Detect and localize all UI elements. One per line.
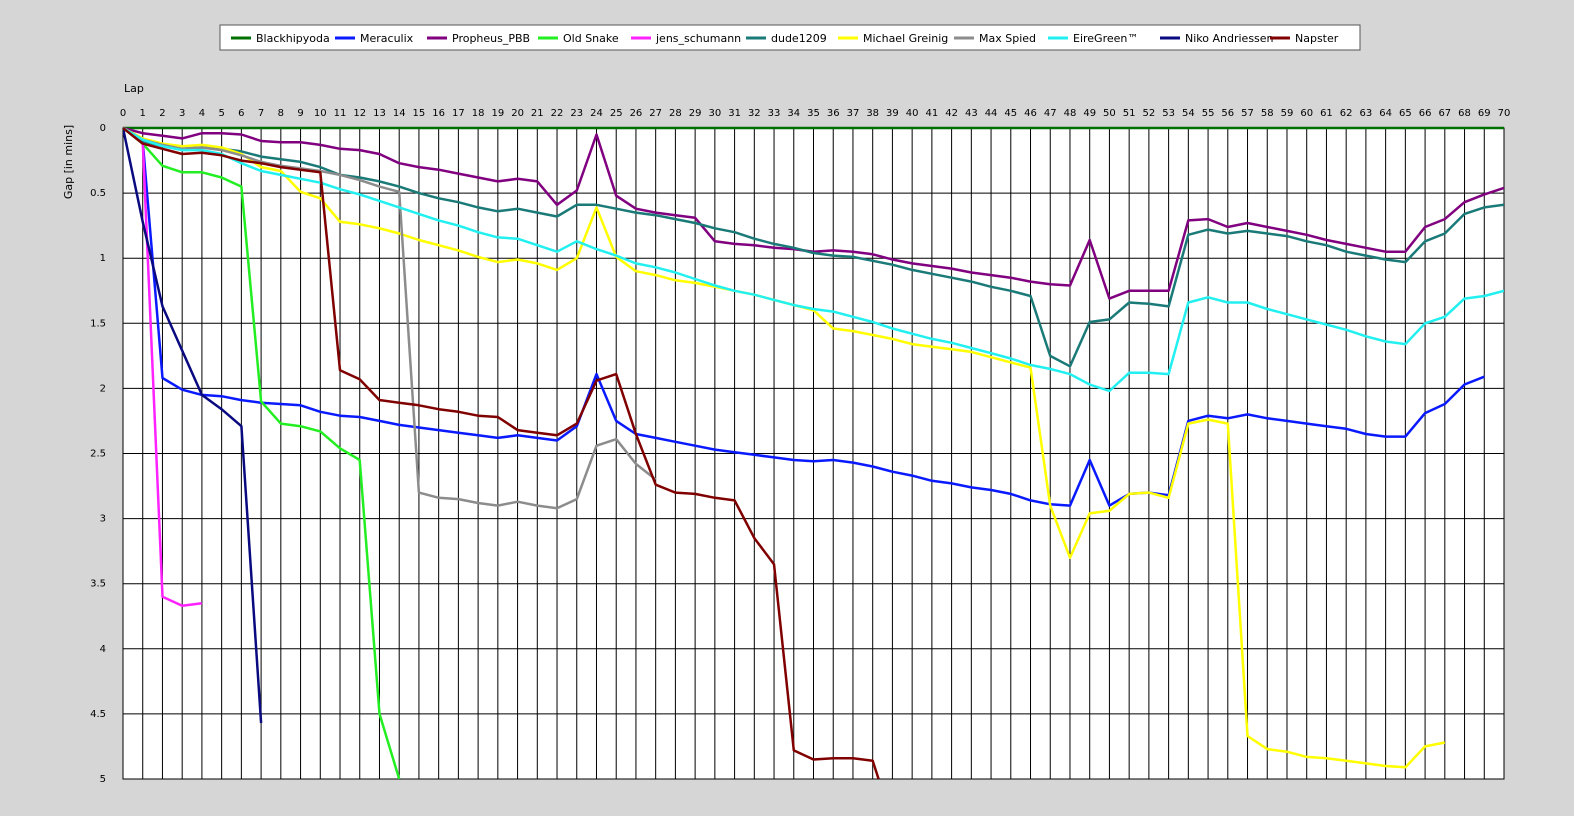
x-tick-label: 64 (1379, 108, 1392, 119)
x-tick-label: 42 (945, 108, 958, 119)
x-tick-label: 25 (610, 108, 623, 119)
y-tick-label: 4 (100, 644, 106, 655)
x-tick-label: 56 (1221, 108, 1234, 119)
x-tick-label: 36 (827, 108, 840, 119)
x-tick-label: 38 (866, 108, 879, 119)
x-tick-label: 70 (1498, 108, 1511, 119)
x-tick-label: 14 (393, 108, 406, 119)
legend-label: Propheus_PBB (452, 32, 530, 45)
x-tick-label: 19 (491, 108, 504, 119)
x-tick-label: 22 (551, 108, 564, 119)
x-tick-label: 68 (1458, 108, 1471, 119)
x-tick-label: 34 (787, 108, 800, 119)
x-tick-label: 63 (1360, 108, 1373, 119)
legend-label: jens_schumann (655, 32, 741, 45)
y-tick-label: 3.5 (90, 579, 106, 590)
x-tick-label: 60 (1300, 108, 1313, 119)
x-tick-label: 18 (472, 108, 485, 119)
legend-label: Meraculix (360, 32, 414, 45)
x-tick-label: 55 (1202, 108, 1215, 119)
x-tick-label: 10 (314, 108, 327, 119)
legend-label: EireGreen™ (1073, 32, 1138, 45)
x-tick-label: 7 (258, 108, 264, 119)
x-tick-label: 32 (748, 108, 761, 119)
x-tick-label: 66 (1419, 108, 1432, 119)
legend-label: Old Snake (563, 32, 619, 45)
x-tick-label: 58 (1261, 108, 1274, 119)
x-tick-label: 20 (511, 108, 524, 119)
x-tick-label: 40 (906, 108, 919, 119)
x-tick-label: 31 (728, 108, 741, 119)
x-tick-label: 61 (1320, 108, 1333, 119)
x-tick-label: 4 (199, 108, 205, 119)
legend-label: Max Spied (979, 32, 1036, 45)
y-tick-label: 1.5 (90, 318, 106, 329)
x-tick-label: 28 (669, 108, 682, 119)
y-tick-label: 0 (100, 123, 106, 134)
x-tick-label: 49 (1083, 108, 1096, 119)
x-tick-label: 44 (985, 108, 998, 119)
x-tick-label: 11 (334, 108, 347, 119)
x-tick-label: 0 (120, 108, 126, 119)
x-tick-label: 21 (531, 108, 544, 119)
x-tick-label: 54 (1182, 108, 1195, 119)
x-tick-label: 67 (1438, 108, 1451, 119)
legend-label: Michael Greinig (863, 32, 948, 45)
y-tick-labels: 0 0.5 1 1.5 2 2.5 3 3.5 4 4.5 5 (90, 123, 106, 785)
x-tick-label: 2 (159, 108, 165, 119)
x-tick-label: 69 (1478, 108, 1491, 119)
x-tick-label: 53 (1162, 108, 1175, 119)
x-tick-label: 13 (373, 108, 386, 119)
y-tick-label: 1 (100, 253, 106, 264)
x-tick-label: 65 (1399, 108, 1412, 119)
x-tick-label: 1 (140, 108, 146, 119)
x-tick-label: 9 (297, 108, 303, 119)
legend-label: Blackhipyoda (256, 32, 330, 45)
x-tick-label: 5 (218, 108, 224, 119)
x-tick-label: 12 (353, 108, 366, 119)
x-tick-label: 16 (432, 108, 445, 119)
x-tick-label: 24 (590, 108, 603, 119)
y-tick-label: 2.5 (90, 449, 106, 460)
x-tick-label: 39 (886, 108, 899, 119)
x-tick-label: 62 (1340, 108, 1353, 119)
x-tick-label: 45 (1004, 108, 1017, 119)
x-axis-title: Lap (124, 82, 144, 95)
y-axis-title: Gap [in mins] (62, 125, 75, 199)
legend-label: dude1209 (771, 32, 827, 45)
y-tick-label: 5 (100, 774, 106, 785)
x-tick-label: 6 (238, 108, 244, 119)
legend-label: Niko Andriessen (1185, 32, 1274, 45)
x-tick-label: 33 (768, 108, 781, 119)
x-tick-label: 47 (1044, 108, 1057, 119)
x-tick-label: 3 (179, 108, 185, 119)
y-tick-label: 0.5 (90, 188, 106, 199)
x-tick-label: 23 (570, 108, 583, 119)
lap-chart: Blackhipyoda Meraculix Propheus_PBB Old Sna… (62, 24, 1511, 785)
y-tick-label: 3 (100, 514, 106, 525)
x-tick-label: 15 (413, 108, 426, 119)
x-tick-label: 51 (1123, 108, 1136, 119)
x-tick-label: 52 (1143, 108, 1156, 119)
x-tick-label: 50 (1103, 108, 1116, 119)
x-tick-label: 17 (452, 108, 465, 119)
x-tick-label: 35 (807, 108, 820, 119)
legend-label: Napster (1295, 32, 1339, 45)
x-tick-label: 29 (689, 108, 702, 119)
x-tick-label: 41 (926, 108, 939, 119)
x-tick-label: 46 (1024, 108, 1037, 119)
x-tick-label: 8 (278, 108, 284, 119)
x-tick-label: 27 (649, 108, 662, 119)
y-tick-label: 4.5 (90, 709, 106, 720)
x-tick-label: 48 (1064, 108, 1077, 119)
x-tick-label: 37 (847, 108, 860, 119)
y-tick-label: 2 (100, 383, 106, 394)
x-tick-label: 26 (630, 108, 643, 119)
x-tick-label: 43 (965, 108, 978, 119)
x-tick-labels: 0 1 2 3 4 5 6 7 8 9 10 11 12 13 14 15 16 17 18 19 20 21 22 23 24… (120, 108, 1511, 119)
x-tick-label: 57 (1241, 108, 1254, 119)
x-tick-label: 59 (1281, 108, 1294, 119)
x-tick-label: 30 (708, 108, 721, 119)
